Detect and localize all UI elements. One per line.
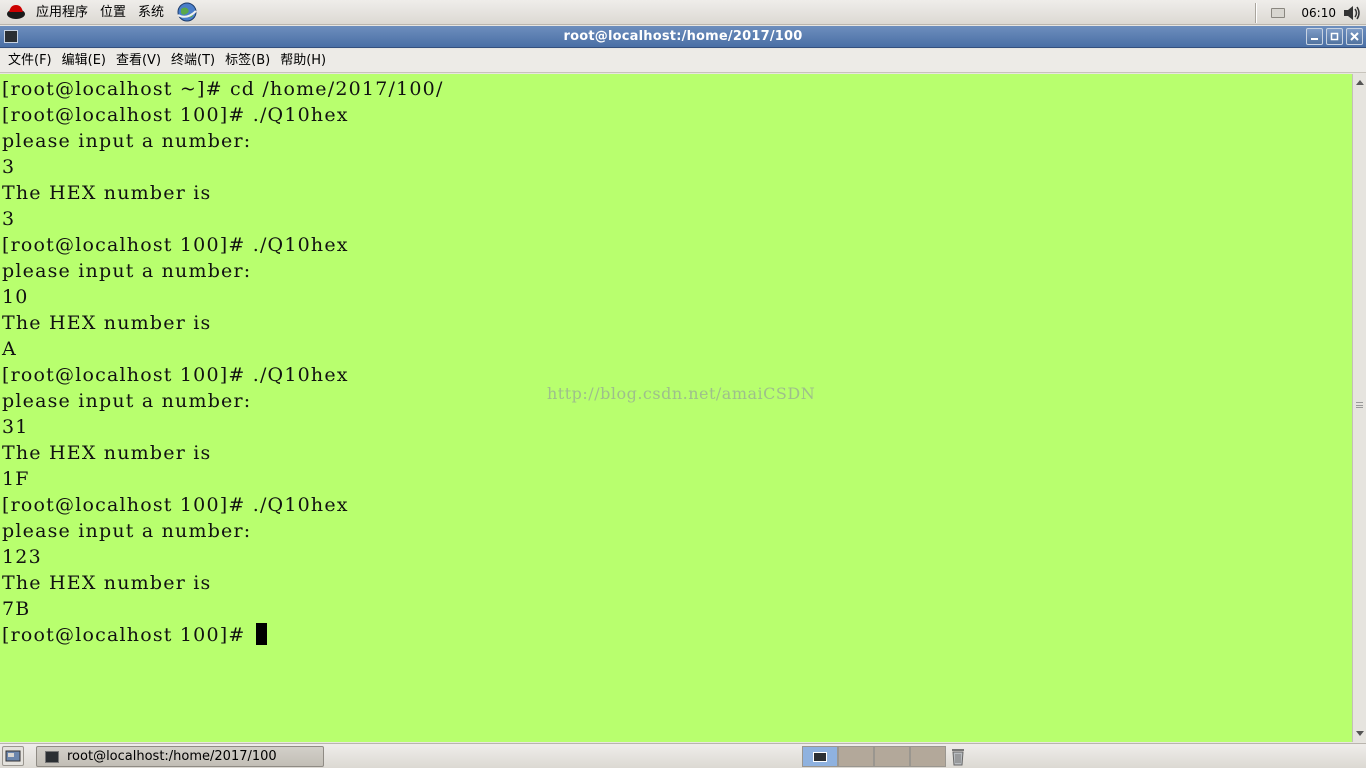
network-globe-icon[interactable] bbox=[176, 1, 198, 23]
maximize-icon bbox=[1330, 32, 1339, 41]
terminal-line: please input a number: bbox=[2, 390, 252, 412]
bottom-panel: root@localhost:/home/2017/100 bbox=[0, 743, 1366, 768]
scroll-up-button[interactable] bbox=[1354, 76, 1366, 88]
workspace-2[interactable] bbox=[838, 746, 874, 767]
watermark-text: http://blog.csdn.net/amaiCSDN bbox=[547, 384, 816, 403]
terminal-line: [root@localhost 100]# ./Q10hex bbox=[2, 104, 349, 126]
terminal-line: 10 bbox=[2, 286, 29, 308]
terminal-line: [root@localhost 100]# ./Q10hex bbox=[2, 494, 349, 516]
terminal-line: 7B bbox=[2, 598, 31, 620]
close-icon bbox=[1350, 32, 1359, 41]
menu-help[interactable]: 帮助(H) bbox=[275, 49, 331, 73]
terminal-line: [root@localhost 100]# ./Q10hex bbox=[2, 364, 349, 386]
panel-menu-applications[interactable]: 应用程序 bbox=[30, 0, 94, 25]
terminal-line: 3 bbox=[2, 208, 16, 230]
terminal-line: A bbox=[2, 338, 17, 360]
menu-edit[interactable]: 编辑(E) bbox=[57, 49, 111, 73]
terminal-line: The HEX number is bbox=[2, 442, 212, 464]
taskbar-window-button[interactable]: root@localhost:/home/2017/100 bbox=[36, 746, 324, 767]
terminal-line: [root@localhost ~]# cd /home/2017/100/ bbox=[2, 78, 444, 100]
scroll-thumb-grip[interactable] bbox=[1356, 402, 1363, 408]
terminal-task-icon bbox=[45, 750, 59, 763]
terminal-line: The HEX number is bbox=[2, 572, 212, 594]
terminal-line: 1F bbox=[2, 468, 30, 490]
workspace-4[interactable] bbox=[910, 746, 946, 767]
terminal-scrollbar[interactable] bbox=[1352, 74, 1366, 742]
terminal-window-icon[interactable] bbox=[4, 30, 18, 43]
show-desktop-button[interactable] bbox=[2, 746, 24, 766]
panel-menu-system[interactable]: 系统 bbox=[132, 0, 170, 25]
terminal-line: [root@localhost 100]# ./Q10hex bbox=[2, 234, 349, 256]
terminal-line: 3 bbox=[2, 156, 16, 178]
terminal-line: please input a number: bbox=[2, 130, 252, 152]
workspace-window-thumb bbox=[813, 751, 827, 762]
terminal-line: 31 bbox=[2, 416, 29, 438]
window-title: root@localhost:/home/2017/100 bbox=[563, 29, 803, 44]
menubar: 文件(F) 编辑(E) 查看(V) 终端(T) 标签(B) 帮助(H) bbox=[0, 49, 1366, 73]
clock[interactable]: 06:10 bbox=[1301, 6, 1336, 20]
trash-icon[interactable] bbox=[950, 747, 966, 766]
minimize-button[interactable] bbox=[1306, 28, 1323, 45]
show-desktop-icon bbox=[5, 750, 21, 762]
terminal-line: please input a number: bbox=[2, 520, 252, 542]
terminal-cursor bbox=[255, 623, 267, 645]
top-panel: 应用程序 位置 系统 06:10 bbox=[0, 0, 1366, 25]
taskbar-window-label: root@localhost:/home/2017/100 bbox=[67, 749, 277, 764]
terminal-line: The HEX number is bbox=[2, 312, 212, 334]
panel-separator bbox=[1255, 2, 1258, 23]
menu-terminal[interactable]: 终端(T) bbox=[166, 49, 220, 73]
terminal-prompt-line: [root@localhost 100]# bbox=[2, 622, 267, 648]
arrow-down-icon bbox=[1356, 731, 1364, 736]
terminal-line: 123 bbox=[2, 546, 42, 568]
workspace-1[interactable] bbox=[802, 746, 838, 767]
arrow-up-icon bbox=[1356, 80, 1364, 85]
terminal-area[interactable]: [root@localhost ~]# cd /home/2017/100/ [… bbox=[0, 74, 1352, 742]
tray-icon[interactable] bbox=[1271, 7, 1286, 18]
menu-view[interactable]: 查看(V) bbox=[111, 49, 166, 73]
menu-tabs[interactable]: 标签(B) bbox=[220, 49, 275, 73]
close-button[interactable] bbox=[1346, 28, 1363, 45]
window-controls bbox=[1306, 28, 1363, 45]
terminal-line: please input a number: bbox=[2, 260, 252, 282]
panel-right-area: 06:10 bbox=[1255, 0, 1366, 25]
workspace-switcher bbox=[802, 746, 946, 767]
workspace-3[interactable] bbox=[874, 746, 910, 767]
terminal-prompt: [root@localhost 100]# bbox=[2, 624, 253, 646]
scroll-down-button[interactable] bbox=[1354, 728, 1366, 740]
panel-menu-places[interactable]: 位置 bbox=[94, 0, 132, 25]
window-titlebar[interactable]: root@localhost:/home/2017/100 bbox=[0, 26, 1366, 48]
redhat-logo-icon[interactable] bbox=[6, 2, 26, 22]
menu-file[interactable]: 文件(F) bbox=[3, 49, 57, 73]
maximize-button[interactable] bbox=[1326, 28, 1343, 45]
minimize-icon bbox=[1311, 38, 1318, 40]
volume-icon[interactable] bbox=[1342, 3, 1362, 23]
terminal-line: The HEX number is bbox=[2, 182, 212, 204]
